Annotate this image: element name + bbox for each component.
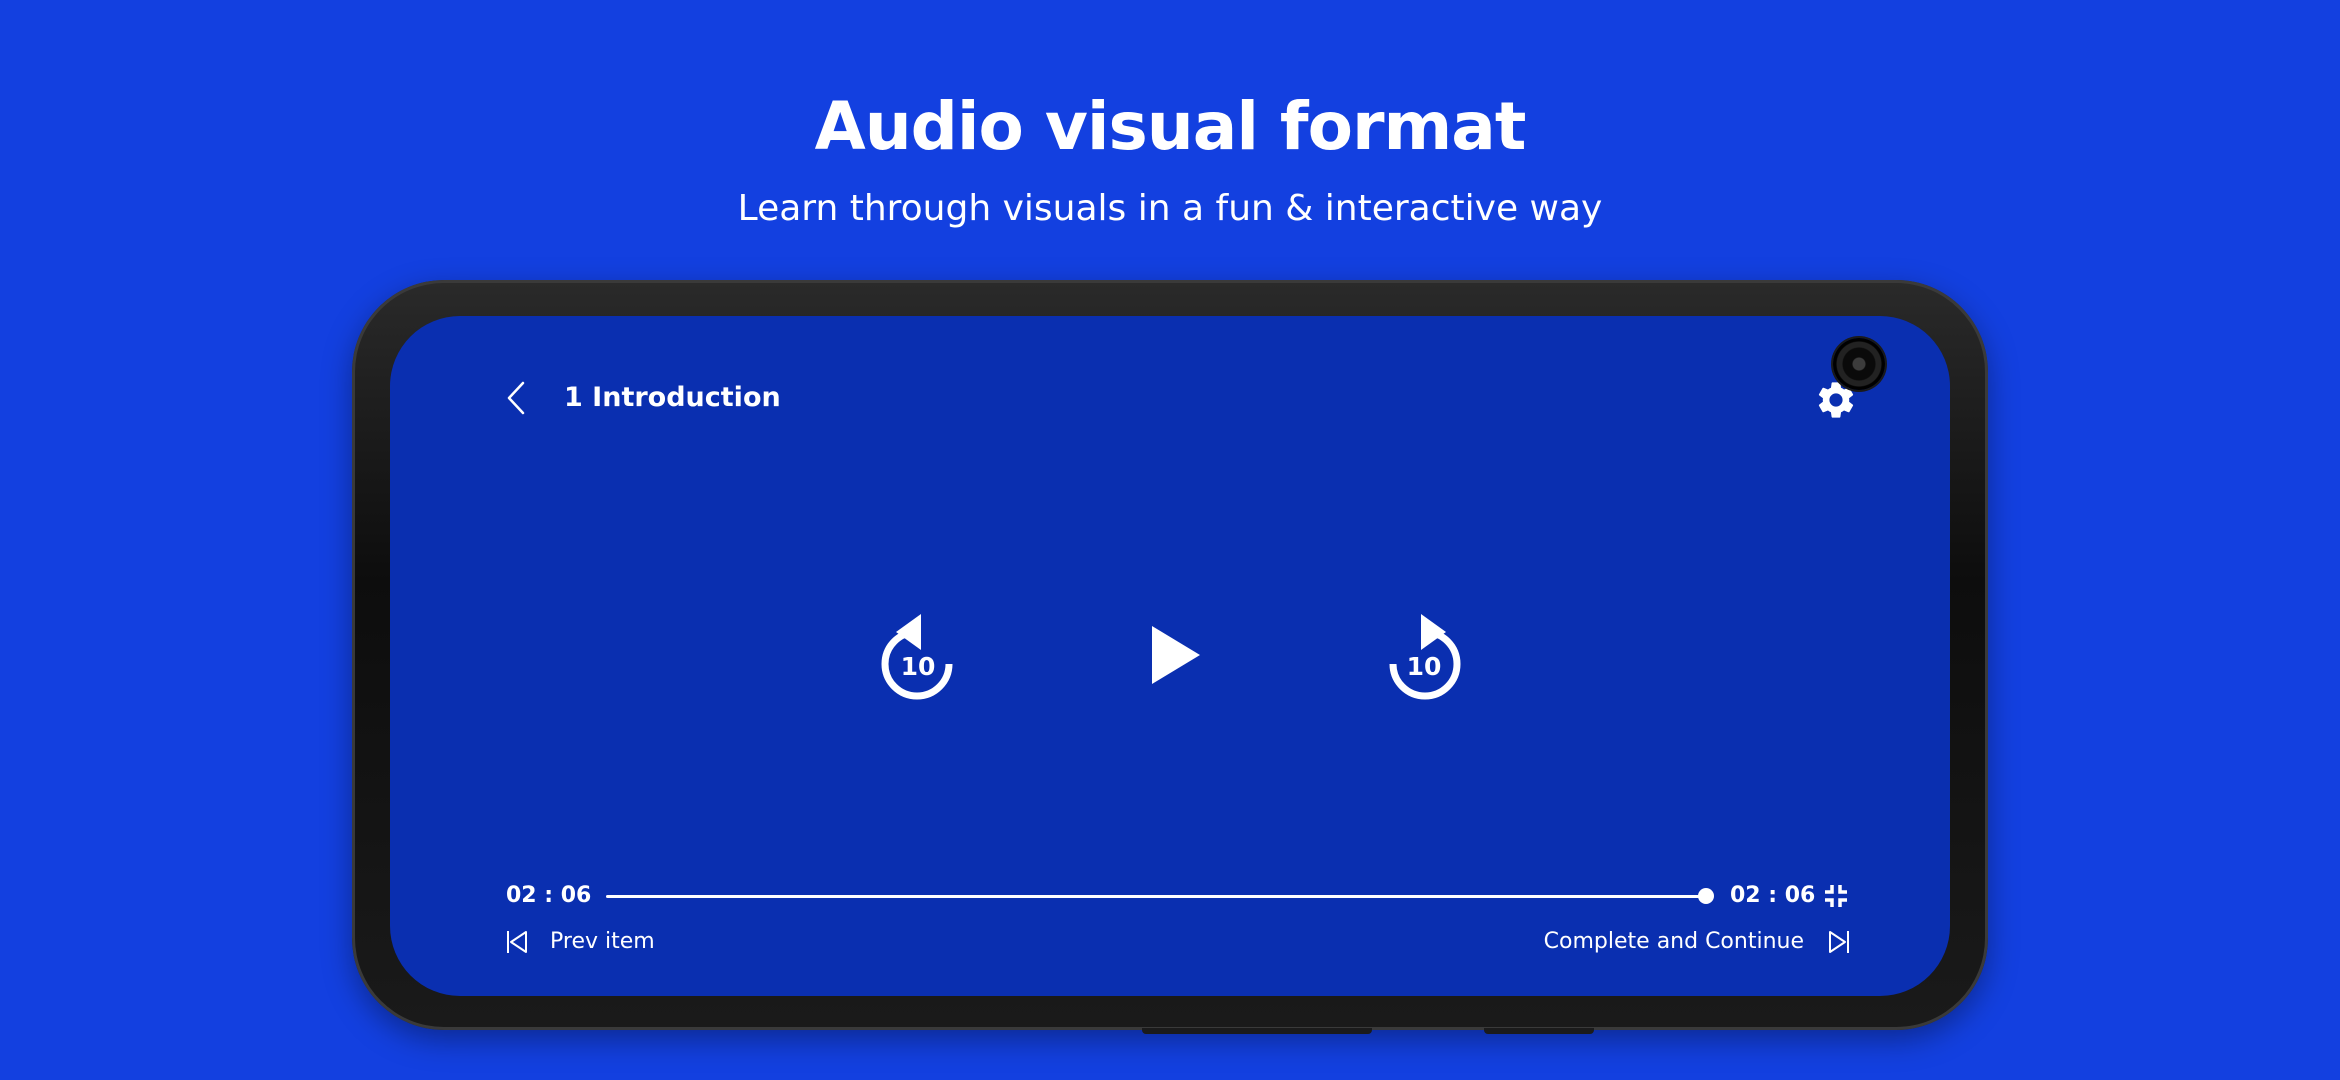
replay-10-icon: 10 — [881, 614, 953, 700]
lesson-title: 1 Introduction — [564, 382, 781, 413]
exit-fullscreen-icon — [1825, 885, 1847, 907]
prev-item-label: Prev item — [550, 929, 655, 954]
banner-title: Audio visual format — [814, 88, 1527, 165]
exit-fullscreen-button[interactable] — [1822, 882, 1850, 910]
play-icon — [1152, 626, 1200, 684]
chevron-left-icon — [507, 381, 525, 415]
skip-previous-icon — [507, 931, 527, 953]
back-button[interactable] — [504, 380, 528, 416]
elapsed-time: 02 : 06 — [506, 883, 592, 908]
forward-seconds-label: 10 — [1407, 652, 1442, 681]
skip-next-icon — [1829, 931, 1849, 953]
video-player-screen[interactable]: 1 Introduction 10 10 02 : 06 02 : 06 Pre… — [390, 316, 1950, 996]
next-item-label: Complete and Continue — [1543, 929, 1804, 954]
banner-subtitle: Learn through visuals in a fun & interac… — [737, 188, 1603, 229]
rewind-10-button[interactable]: 10 — [876, 608, 958, 700]
next-icon — [1828, 930, 1850, 954]
play-button[interactable] — [1148, 624, 1204, 686]
phone-side-button — [1484, 1028, 1594, 1034]
forward-10-button[interactable]: 10 — [1384, 608, 1466, 700]
rewind-seconds-label: 10 — [901, 652, 936, 681]
prev-icon — [506, 930, 528, 954]
phone-side-button — [1142, 1028, 1372, 1034]
front-camera — [1833, 338, 1885, 390]
total-time: 02 : 06 — [1730, 883, 1816, 908]
progress-track[interactable] — [606, 895, 1706, 898]
forward-10-icon: 10 — [1389, 614, 1461, 700]
progress-thumb[interactable] — [1698, 888, 1714, 904]
